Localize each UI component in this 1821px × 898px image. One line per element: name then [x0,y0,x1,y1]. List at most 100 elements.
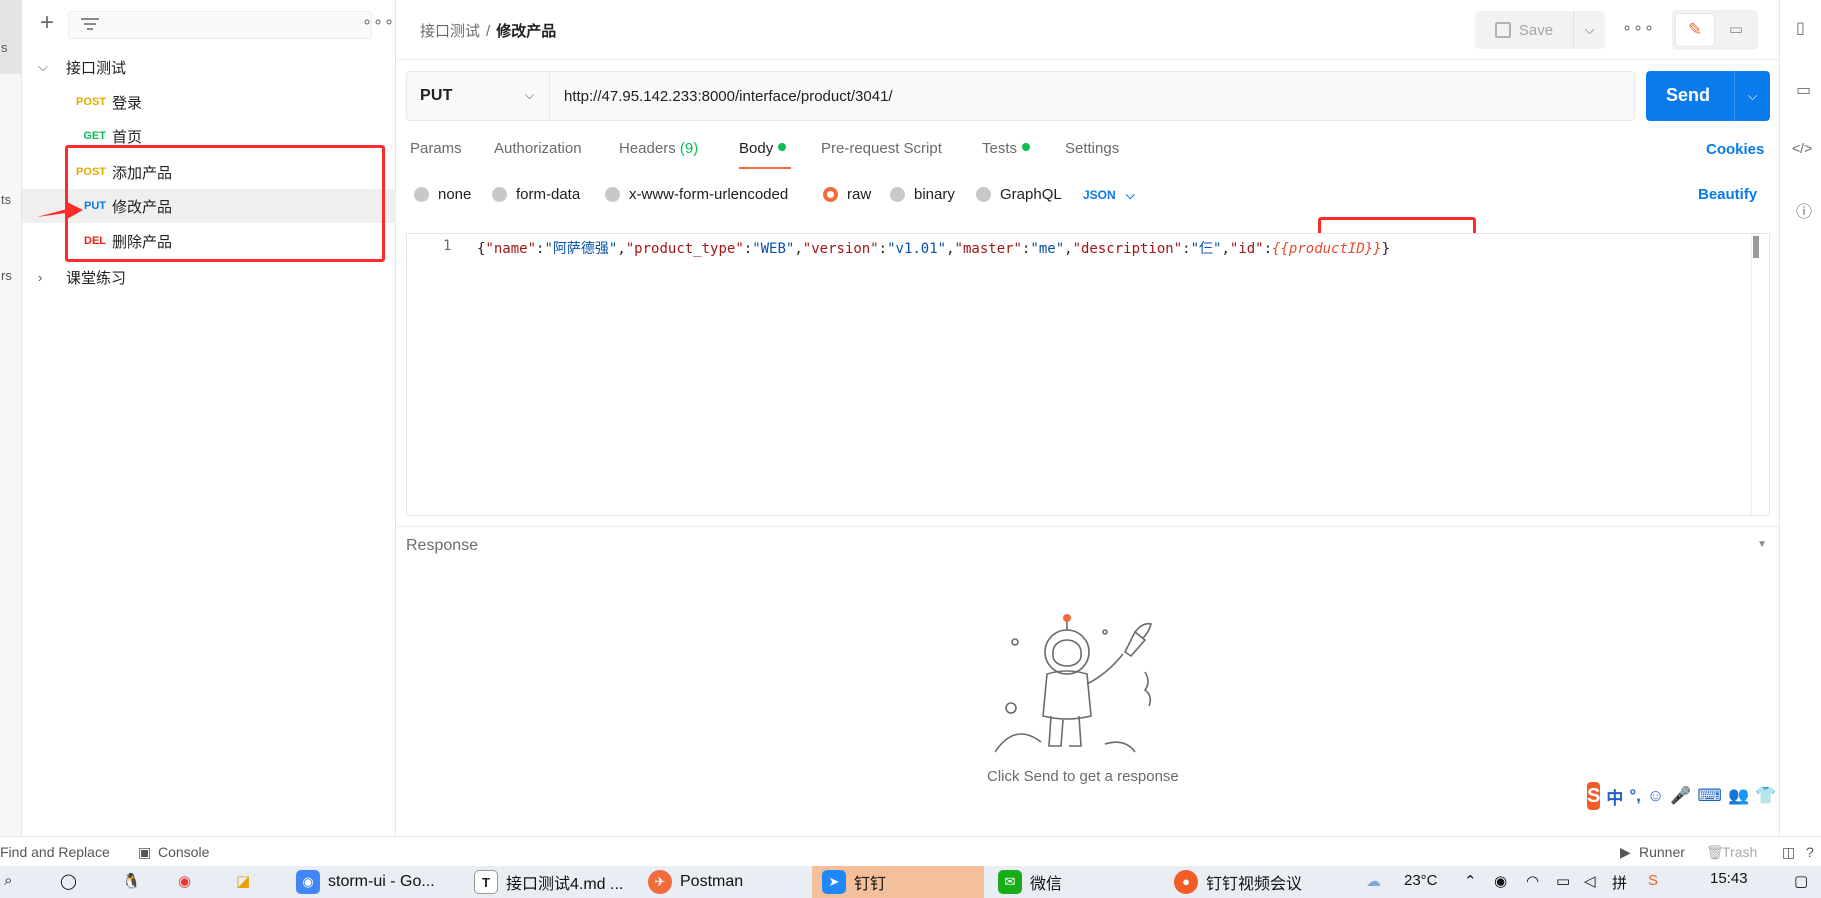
radio-label: x-www-form-urlencoded [629,186,789,203]
task-view-icon[interactable]: ◯ [60,872,77,890]
console-icon[interactable]: ▣ [138,844,151,861]
method-select[interactable]: PUT ⌵ [406,71,550,121]
info-icon[interactable]: ⓘ [1796,198,1812,222]
sidebar-more-icon[interactable]: ∘∘∘ [362,12,395,32]
ime-keyboard-icon[interactable]: ⌨ [1697,786,1722,806]
edit-pencil-icon[interactable]: ✎ [1675,13,1715,47]
radio-form-data[interactable]: form-data [492,186,580,203]
response-panel-header[interactable]: Response ▼ [397,526,1779,566]
radio-icon [492,187,507,202]
ime-emoji-icon[interactable]: ☺ [1647,786,1664,806]
sogou-tray-icon[interactable]: S [1648,872,1658,889]
more-options-icon[interactable]: ∘∘∘ [1622,18,1655,38]
runner-button[interactable]: Runner [1639,844,1685,860]
collapse-caret-icon[interactable]: ▼ [1757,539,1767,550]
tab-params[interactable]: Params [410,140,462,157]
token-colon: : [743,241,753,257]
token-key: "product_type" [625,241,744,257]
radio-graphql[interactable]: GraphQL [976,186,1062,203]
ime-voice-icon[interactable]: 🎤 [1670,786,1691,806]
radio-none[interactable]: none [414,186,471,203]
ime-tray-icon[interactable]: 拼 [1612,872,1627,893]
tray-record-icon[interactable]: ◉ [1494,872,1507,890]
add-icon[interactable]: + [36,10,58,38]
ime-punctuation-icon[interactable]: °, [1629,786,1641,806]
send-label: Send [1665,85,1710,105]
taskbar-app-dingtalk[interactable]: ➤ 钉钉 [812,866,984,898]
format-dropdown[interactable]: JSON ⌵ [1083,186,1135,203]
method-badge: GET [83,130,106,142]
breadcrumb-collection[interactable]: 接口测试 [420,23,480,40]
rail-label-3[interactable]: rs [1,268,12,283]
url-input[interactable]: http://47.95.142.233:8000/interface/prod… [550,71,1635,121]
tab-authorization[interactable]: Authorization [494,140,582,157]
taskbar-app-label: 钉钉视频会议 [1206,876,1303,893]
notification-icon[interactable]: ▢ [1794,872,1808,890]
chrome-icon: ◉ [296,870,320,894]
rail-label-2[interactable]: ts [1,192,11,207]
tab-settings[interactable]: Settings [1065,140,1119,157]
tab-headers[interactable]: Headers (9) [619,140,698,157]
annotation-box-sidebar [65,145,385,262]
breadcrumb-request[interactable]: 修改产品 [496,23,556,40]
runner-icon[interactable]: ▶ [1620,844,1631,861]
cookies-link[interactable]: Cookies [1706,141,1764,158]
clock-time[interactable]: 15:43 [1710,870,1748,887]
send-button[interactable]: Send ⌵ [1646,71,1770,121]
help-icon[interactable]: ? [1806,844,1814,860]
token-colon: : [1263,241,1273,257]
editor-scrollbar[interactable] [1751,234,1759,515]
wifi-icon[interactable]: ◠ [1526,872,1539,890]
two-pane-icon[interactable]: ◫ [1782,844,1795,861]
beautify-link[interactable]: Beautify [1698,186,1757,203]
body-editor[interactable]: 1 {"name":"阿萨德强","product_type":"WEB","v… [406,233,1770,516]
taskbar-app-typora[interactable]: T 接口测试4.md ... [474,866,634,898]
collection-folder[interactable]: › 课堂练习 [22,262,396,292]
radio-urlencoded[interactable]: x-www-form-urlencoded [605,186,788,203]
token-string: "v1.01" [887,241,947,257]
request-header: 接口测试 / 修改产品 Save ⌵ ∘∘∘ ✎ ▭ [397,0,1779,60]
console-button[interactable]: Console [158,844,209,860]
filter-input[interactable] [68,11,372,39]
rail-selected-item[interactable] [0,0,22,74]
save-dropdown-icon[interactable]: ⌵ [1573,11,1605,49]
qq-icon[interactable]: 🐧 [122,872,141,890]
weather-icon[interactable]: ☁ [1366,872,1381,890]
taskbar-app-dingtalk-meeting[interactable]: ● 钉钉视频会议 [1174,866,1344,898]
ime-user-icon[interactable]: 👥 [1728,786,1749,806]
app-icon[interactable]: ◪ [236,872,250,890]
tab-tests[interactable]: Tests [982,140,1031,157]
netease-music-icon[interactable]: ◉ [178,872,191,890]
search-icon[interactable]: ⌕ [4,872,12,889]
comment-icon[interactable]: ▭ [1718,13,1754,47]
windows-taskbar: ⌕ ◯ 🐧 ◉ ◪ ◉ storm-ui - Go... T 接口测试4.md … [0,866,1821,898]
taskbar-app-postman[interactable]: ✈ Postman [648,866,798,898]
volume-icon[interactable]: ◁ [1584,872,1596,890]
send-dropdown-icon[interactable]: ⌵ [1734,71,1770,121]
code-line[interactable]: {"name":"阿萨德强","product_type":"WEB","ver… [477,238,1390,258]
save-button[interactable]: Save [1475,11,1573,49]
tab-body[interactable]: Body [739,140,787,157]
trash-button[interactable]: Trash [1722,844,1757,860]
comments-icon[interactable]: ▭ [1796,80,1811,100]
temperature[interactable]: 23°C [1404,872,1438,889]
response-title: Response [406,537,479,554]
documentation-icon[interactable]: ▯ [1796,18,1805,38]
ime-chinese-mode[interactable]: 中 [1606,784,1623,809]
ime-skin-icon[interactable]: 👕 [1755,786,1776,806]
find-replace-button[interactable]: Find and Replace [0,844,110,860]
battery-icon[interactable]: ▭ [1556,872,1570,890]
taskbar-app-chrome[interactable]: ◉ storm-ui - Go... [296,866,446,898]
tab-prerequest[interactable]: Pre-request Script [821,140,942,157]
collection-folder[interactable]: ⌵ 接口测试 [22,52,396,82]
taskbar-app-wechat[interactable]: ✉ 微信 [998,866,1148,898]
code-snippet-icon[interactable]: </> [1792,140,1812,156]
radio-raw[interactable]: raw [823,186,871,203]
right-rail: ▯ ▭ </> ⓘ [1779,0,1821,836]
sogou-logo-icon[interactable]: S [1587,782,1601,810]
request-item[interactable]: POST 登录 [22,85,396,119]
radio-binary[interactable]: binary [890,186,955,203]
tray-chevron-icon[interactable]: ⌃ [1464,872,1477,890]
scrollbar-thumb[interactable] [1753,236,1759,258]
wechat-icon: ✉ [998,870,1022,894]
